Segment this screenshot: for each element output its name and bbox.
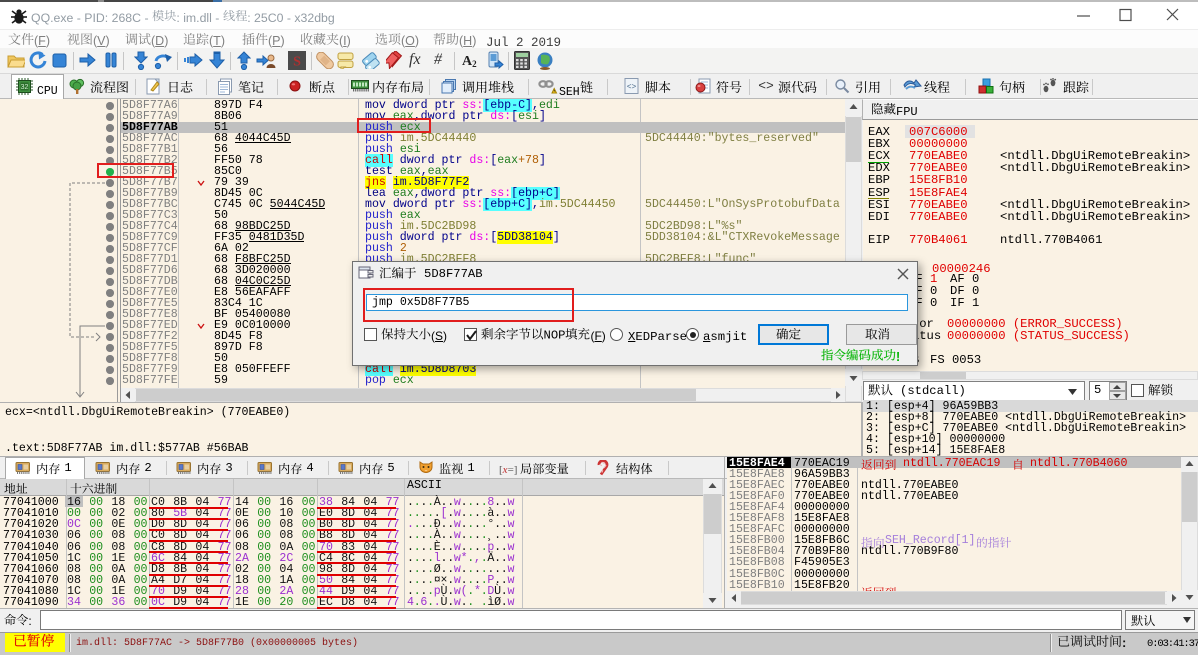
svg-text:<>: <>	[627, 83, 637, 92]
svg-text:S: S	[293, 55, 301, 70]
svg-text:<>: <>	[758, 79, 774, 93]
svg-text:32: 32	[21, 84, 29, 91]
